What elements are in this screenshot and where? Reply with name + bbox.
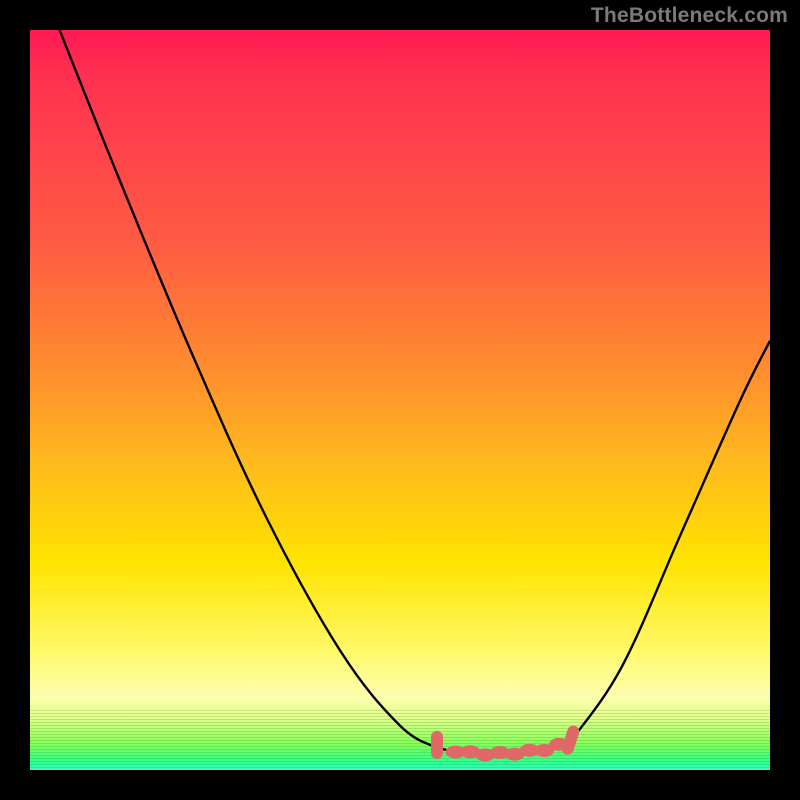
watermark-text: TheBottleneck.com — [591, 4, 788, 28]
chart-svg — [30, 30, 770, 770]
curve-right-segment — [570, 341, 770, 742]
trough-marker — [431, 731, 443, 759]
curve-left-segment — [60, 30, 437, 748]
plot-area — [30, 30, 770, 770]
trough-markers — [431, 724, 581, 761]
chart-frame: TheBottleneck.com — [0, 0, 800, 800]
